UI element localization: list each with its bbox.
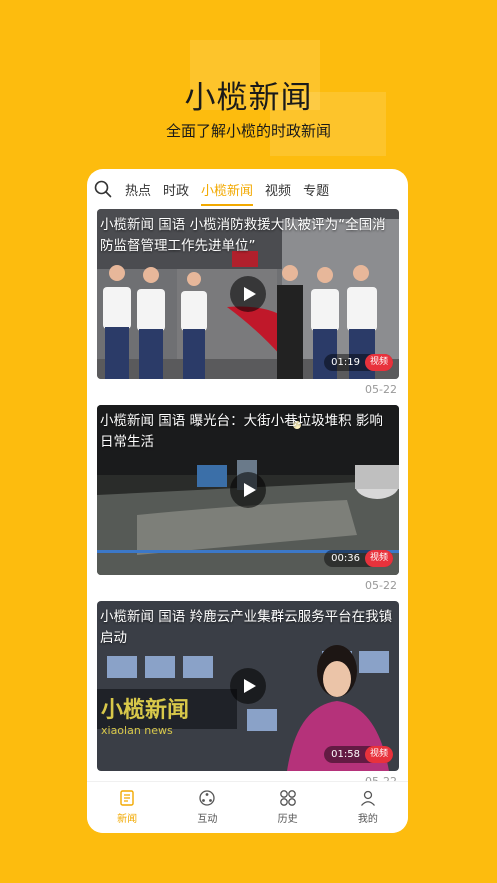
video-card[interactable]: 小榄新闻 xiaolan news 小榄新闻 国语 羚鹿云产业集群云服务平台在我… — [97, 601, 399, 797]
nav-news[interactable]: 新闻 — [87, 782, 167, 833]
video-meta: 01:58 视频 — [324, 746, 393, 763]
play-icon[interactable] — [230, 276, 266, 312]
hero-title: 小榄新闻 — [184, 80, 313, 116]
play-icon[interactable] — [230, 472, 266, 508]
tab-topics[interactable]: 专题 — [303, 176, 329, 203]
nav-label: 新闻 — [117, 814, 138, 825]
video-badge: 视频 — [364, 550, 393, 567]
category-tabs: 热点 时政 小榄新闻 视频 专题 — [87, 169, 408, 209]
video-card[interactable]: 小榄新闻 国语 小榄消防救援大队被评为“全国消防监督管理工作先进单位” 01:1… — [97, 209, 399, 405]
video-headline: 小榄新闻 国语 曝光台：大街小巷垃圾堆积 影响日常生活 — [100, 413, 383, 450]
phone-screen: 热点 时政 小榄新闻 视频 专题 小榄新闻 国语 小榄消防救援大队被评为“全国消… — [87, 169, 408, 833]
publish-date: 05-22 — [365, 579, 397, 592]
video-headline: 小榄新闻 国语 小榄消防救援大队被评为“全国消防监督管理工作先进单位” — [100, 217, 386, 254]
profile-icon — [360, 790, 375, 806]
nav-label: 我的 — [357, 814, 378, 825]
news-icon — [120, 790, 134, 806]
video-badge: 视频 — [364, 354, 393, 371]
nav-label: 历史 — [277, 814, 298, 825]
video-meta: 01:19 视频 — [324, 354, 393, 371]
video-thumbnail[interactable]: 小榄新闻 国语 曝光台：大街小巷垃圾堆积 影响日常生活 00:36 视频 — [97, 405, 399, 575]
news-feed: 小榄新闻 国语 小榄消防救援大队被评为“全国消防监督管理工作先进单位” 01:1… — [97, 209, 399, 797]
video-meta: 00:36 视频 — [324, 550, 393, 567]
nav-history[interactable]: 历史 — [248, 782, 328, 833]
interact-icon — [199, 790, 216, 806]
nav-interact[interactable]: 互动 — [167, 782, 247, 833]
video-card[interactable]: 小榄新闻 国语 曝光台：大街小巷垃圾堆积 影响日常生活 00:36 视频 05-… — [97, 405, 399, 601]
tab-xiaolan-news[interactable]: 小榄新闻 — [201, 176, 254, 206]
history-icon — [279, 790, 296, 806]
video-badge: 视频 — [364, 746, 393, 763]
video-thumbnail[interactable]: 小榄新闻 xiaolan news 小榄新闻 国语 羚鹿云产业集群云服务平台在我… — [97, 601, 399, 771]
tab-hot[interactable]: 热点 — [125, 176, 151, 203]
publish-date: 05-22 — [365, 383, 397, 396]
video-duration: 00:36 — [331, 553, 360, 564]
search-icon[interactable] — [94, 180, 112, 198]
overlay-subtitle: xiaolan news — [101, 724, 173, 737]
tab-video[interactable]: 视频 — [265, 176, 291, 203]
nav-profile[interactable]: 我的 — [328, 782, 408, 833]
play-icon[interactable] — [230, 668, 266, 704]
video-headline: 小榄新闻 国语 羚鹿云产业集群云服务平台在我镇启动 — [100, 609, 393, 646]
video-thumbnail[interactable]: 小榄新闻 国语 小榄消防救援大队被评为“全国消防监督管理工作先进单位” 01:1… — [97, 209, 399, 379]
bottom-nav: 新闻 互动 历史 我的 — [87, 781, 408, 833]
tab-politics[interactable]: 时政 — [163, 176, 189, 203]
nav-label: 互动 — [197, 814, 218, 825]
video-duration: 01:19 — [331, 357, 360, 368]
video-duration: 01:58 — [331, 749, 360, 760]
overlay-title: 小榄新闻 — [101, 697, 189, 723]
hero-subtitle: 全面了解小榄的时政新闻 — [165, 122, 331, 140]
